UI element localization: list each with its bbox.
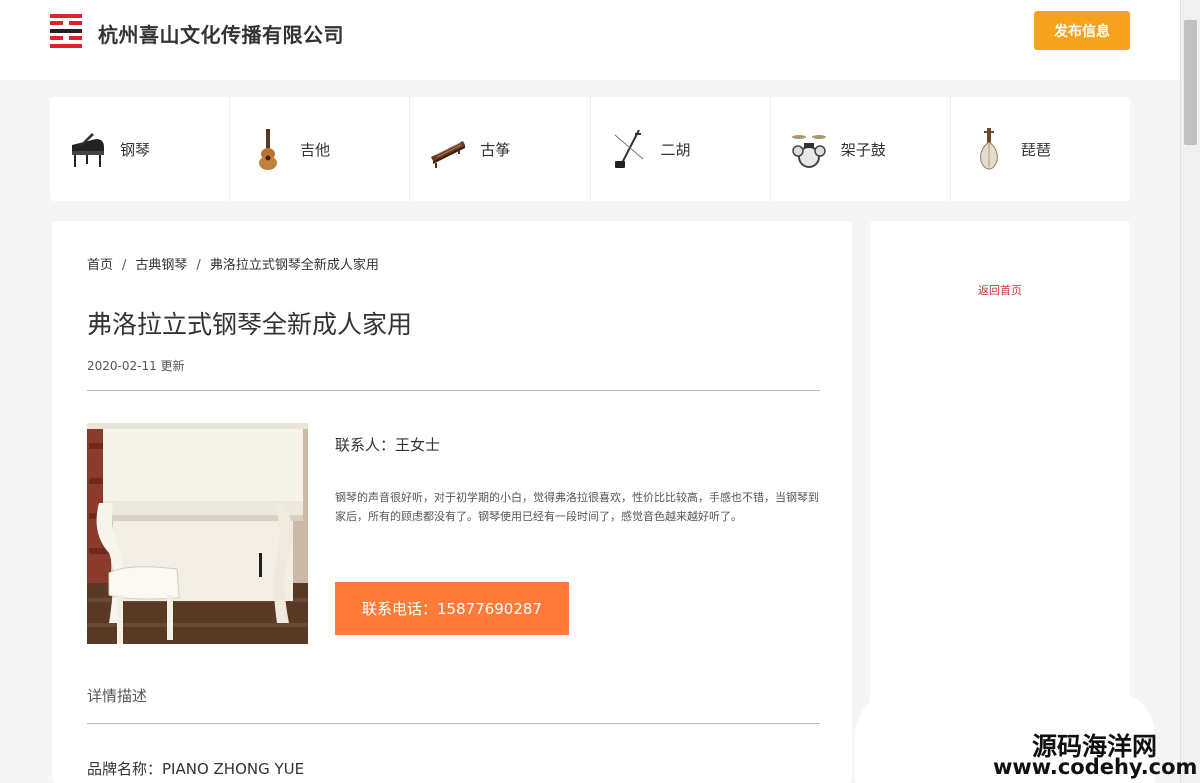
- update-date: 2020-02-11 更新: [87, 359, 185, 373]
- site-header: 杭州喜山文化传播有限公司 发布信息: [0, 0, 1180, 80]
- category-label: 二胡: [660, 140, 691, 159]
- details-heading: 详情描述: [87, 687, 148, 705]
- page-scrollbar[interactable]: [1180, 0, 1200, 783]
- contact-phone-button[interactable]: 联系电话：15877690287: [335, 582, 569, 635]
- company-name[interactable]: 杭州喜山文化传播有限公司: [98, 19, 344, 48]
- piano-photo-image: [87, 423, 308, 644]
- category-label: 琵琶: [1020, 140, 1051, 159]
- drum-kit-icon: [791, 135, 826, 168]
- category-guzheng[interactable]: 古筝: [410, 97, 591, 201]
- company-logo-icon[interactable]: [50, 14, 82, 48]
- category-guitar[interactable]: 吉他: [230, 97, 411, 201]
- scrollbar-thumb[interactable]: [1184, 20, 1197, 145]
- back-home-link[interactable]: 返回首页: [978, 282, 1022, 298]
- listing-detail-card: 首页 / 古典钢琴 / 弗洛拉立式钢琴全新成人家用 弗洛拉立式钢琴全新成人家用 2020…: [52, 221, 852, 783]
- breadcrumb-home-link[interactable]: 首页: [87, 258, 113, 273]
- pipa-icon: [980, 128, 998, 170]
- listing-description: 钢琴的声音很好听，对于初学期的小白，觉得弗洛拉很喜欢，性价比比较高，手感也不错，…: [335, 491, 819, 523]
- category-erhu[interactable]: 二胡: [591, 97, 771, 201]
- category-label: 钢琴: [120, 140, 151, 159]
- divider: [87, 390, 820, 391]
- guzheng-icon: [431, 141, 466, 168]
- contact-person: 联系人：王女士: [335, 436, 441, 454]
- category-label: 架子鼓: [840, 140, 886, 159]
- brand-name: 品牌名称：PIANO ZHONG YUE: [87, 760, 305, 778]
- category-label: 古筝: [480, 140, 511, 159]
- breadcrumb: 首页 / 古典钢琴 / 弗洛拉立式钢琴全新成人家用: [87, 254, 379, 273]
- listing-photo[interactable]: [87, 423, 308, 644]
- guitar-icon: [259, 129, 278, 170]
- category-nav: 钢琴 吉他 古筝 二胡 架子鼓 琵琶: [50, 97, 1130, 201]
- breadcrumb-current: 弗洛拉立式钢琴全新成人家用: [209, 258, 379, 273]
- erhu-icon: [614, 129, 643, 168]
- breadcrumb-separator: /: [122, 258, 127, 273]
- listing-title: 弗洛拉立式钢琴全新成人家用: [87, 310, 413, 339]
- category-piano[interactable]: 钢琴: [50, 97, 231, 201]
- breadcrumb-category-link[interactable]: 古典钢琴: [135, 258, 187, 273]
- category-pipa[interactable]: 琵琶: [951, 97, 1130, 201]
- category-label: 吉他: [300, 140, 331, 159]
- category-drum-kit[interactable]: 架子鼓: [771, 97, 951, 201]
- breadcrumb-separator: /: [196, 258, 201, 273]
- divider: [87, 723, 820, 724]
- publish-button[interactable]: 发布信息: [1034, 11, 1130, 50]
- piano-icon: [72, 133, 104, 167]
- watermark-url: www.codehy.com: [993, 755, 1198, 779]
